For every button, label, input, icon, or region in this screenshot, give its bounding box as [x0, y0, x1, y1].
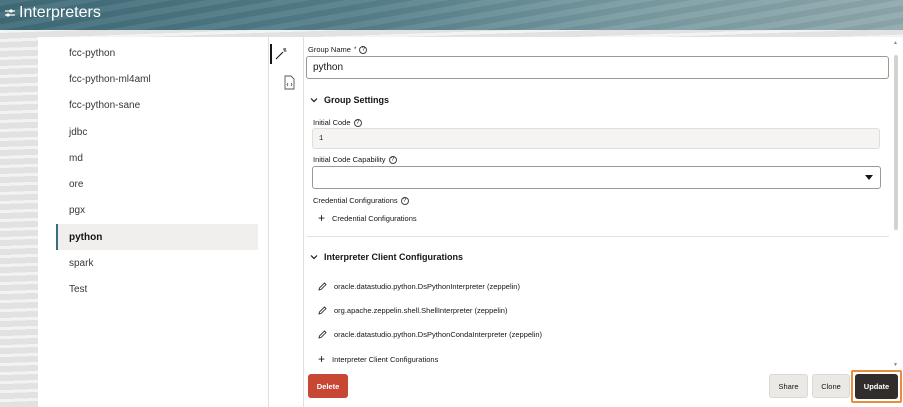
client-configurations-header[interactable]: Interpreter Client Configurations [310, 252, 463, 262]
list-item[interactable]: fcc-python-sane [56, 93, 258, 119]
list-item[interactable]: jdbc [56, 119, 258, 145]
section-separator [306, 236, 889, 237]
pencil-icon [318, 282, 327, 291]
clone-button-label: Clone [821, 381, 841, 391]
chevron-down-icon [310, 255, 318, 260]
client-configurations-title: Interpreter Client Configurations [324, 252, 464, 262]
list-item-label: fcc-python-sane [69, 100, 141, 112]
page-title: Interpreters [19, 4, 101, 21]
list-divider [268, 37, 269, 407]
form-divider [303, 37, 304, 407]
list-item-label: pgx [69, 205, 86, 217]
interpreter-list: fcc-python fcc-python-ml4aml fcc-python-… [56, 40, 258, 303]
initial-code-label-text: Initial Code [313, 118, 351, 127]
help-icon[interactable]: ? [359, 45, 368, 54]
initial-code-capability-label: Initial Code Capability ? [313, 155, 397, 164]
pencil-icon [318, 330, 327, 339]
client-config-label: oracle.datastudio.python.DsPythonCondaIn… [334, 330, 543, 339]
initial-code-editor[interactable]: 1 [312, 128, 880, 149]
magic-wand-icon [275, 48, 287, 60]
initial-code-line: 1 [319, 134, 324, 143]
list-item-selected[interactable]: python [56, 224, 258, 251]
scroll-down-arrow[interactable]: ▼ [893, 362, 898, 368]
list-item-label: spark [69, 258, 94, 270]
group-name-label: Group Name * ? [308, 45, 368, 54]
share-button-label: Share [778, 381, 799, 391]
sliders-icon [5, 9, 15, 17]
caret-down-icon [865, 175, 873, 180]
help-icon[interactable]: ? [388, 155, 397, 164]
add-credential-label: Credential Configurations [332, 213, 417, 223]
delete-button-label: Delete [316, 381, 340, 391]
client-config-row[interactable]: oracle.datastudio.python.DsPythonInterpr… [318, 282, 520, 291]
add-client-configuration-button[interactable]: + Interpreter Client Configurations [318, 353, 438, 365]
scrollbar[interactable] [894, 55, 898, 230]
delete-button[interactable]: Delete [308, 374, 348, 398]
group-name-input[interactable]: python [306, 56, 889, 79]
list-item-label: fcc-python-ml4aml [69, 73, 151, 85]
plus-icon: + [318, 211, 326, 225]
list-item-label: Test [69, 284, 88, 296]
credential-configurations-label-text: Credential Configurations [313, 196, 398, 205]
group-name-label-text: Group Name [308, 45, 351, 54]
initial-code-capability-label-text: Initial Code Capability [313, 155, 386, 164]
credential-configurations-label: Credential Configurations ? [313, 196, 409, 205]
list-item[interactable]: Test [56, 277, 258, 303]
update-button[interactable]: Update [855, 374, 898, 399]
clone-button[interactable]: Clone [812, 374, 850, 398]
tab-code[interactable] [279, 72, 299, 92]
group-name-value: python [313, 62, 344, 73]
group-settings-header[interactable]: Group Settings [310, 95, 389, 105]
client-config-label: org.apache.zeppelin.shell.ShellInterpret… [334, 306, 508, 315]
header-banner: Interpreters [0, 0, 903, 30]
list-item[interactable]: fcc-python [56, 40, 258, 66]
tab-settings[interactable] [270, 44, 290, 64]
list-item[interactable]: pgx [56, 198, 258, 224]
group-settings-title: Group Settings [324, 95, 389, 105]
chevron-down-icon [310, 98, 318, 103]
list-item-label: jdbc [69, 126, 88, 138]
list-item[interactable]: md [56, 145, 258, 171]
list-item[interactable]: fcc-python-ml4aml [56, 66, 258, 92]
client-config-row[interactable]: org.apache.zeppelin.shell.ShellInterpret… [318, 306, 507, 315]
list-item-label: python [69, 231, 103, 243]
client-config-label: oracle.datastudio.python.DsPythonInterpr… [334, 282, 520, 291]
list-item-label: fcc-python [69, 47, 116, 59]
update-button-label: Update [863, 382, 890, 391]
add-credential-configuration-button[interactable]: + Credential Configurations [318, 212, 417, 224]
code-file-icon [284, 75, 294, 89]
client-config-row[interactable]: oracle.datastudio.python.DsPythonCondaIn… [318, 330, 542, 339]
initial-code-capability-select[interactable] [312, 166, 881, 189]
help-icon[interactable]: ? [400, 196, 409, 205]
share-button[interactable]: Share [769, 374, 808, 398]
list-item-label: md [69, 152, 83, 164]
scroll-up-arrow[interactable]: ▲ [893, 40, 898, 46]
pencil-icon [318, 306, 327, 315]
help-icon[interactable]: ? [353, 118, 362, 127]
add-client-config-label: Interpreter Client Configurations [332, 354, 439, 364]
initial-code-label: Initial Code ? [313, 118, 362, 127]
header-title: Interpreters [4, 4, 101, 22]
list-item-label: ore [69, 179, 84, 191]
list-item[interactable]: ore [56, 171, 258, 197]
required-mark: * [353, 46, 357, 53]
plus-icon: + [318, 352, 326, 366]
list-item[interactable]: spark [56, 250, 258, 276]
